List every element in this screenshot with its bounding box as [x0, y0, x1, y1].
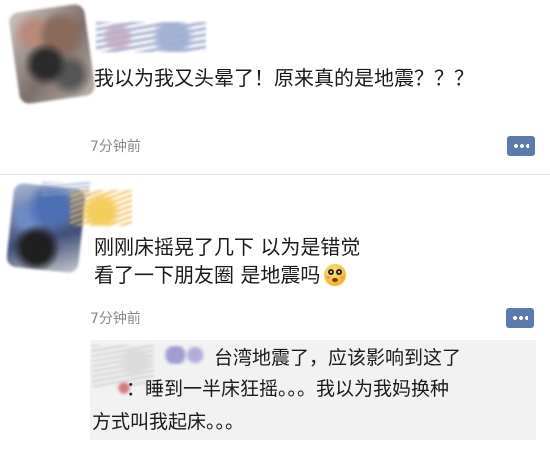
comment-text: 我以为我又头晕了！原来真的是地震？？？ [94, 66, 474, 90]
flushed-face-icon [324, 264, 347, 286]
reply-author-name-redacted[interactable] [160, 346, 204, 364]
moment-comment-1: 我以为我又头晕了！原来真的是地震？？？ 7分钟前 [0, 0, 550, 172]
comment-bubble-icon [513, 144, 529, 148]
reply-line-3: 方式叫我起床。。。 [92, 411, 245, 433]
username-redacted[interactable] [96, 22, 206, 52]
comment-button[interactable] [506, 308, 534, 328]
avatar[interactable] [7, 3, 97, 105]
comment-line-1: 刚刚床摇晃了几下 以为是错觉 [94, 235, 361, 259]
comment-text: 刚刚床摇晃了几下 以为是错觉 看了一下朋友圈 是地震吗 [94, 233, 534, 289]
reply-line-1: 台湾地震了，应该影响到这了 [214, 347, 462, 369]
username-redacted-decoration [70, 190, 132, 226]
timestamp: 7分钟前 [90, 139, 141, 155]
reply-line-2: ：睡到一半床狂摇。。。我以为我妈换种 [126, 378, 450, 400]
divider [0, 174, 550, 175]
comment-bubble-icon [512, 316, 528, 320]
comment-line-2: 看了一下朋友圈 是地震吗 [94, 263, 321, 287]
comment-button[interactable] [507, 136, 535, 156]
timestamp: 7分钟前 [90, 311, 141, 327]
